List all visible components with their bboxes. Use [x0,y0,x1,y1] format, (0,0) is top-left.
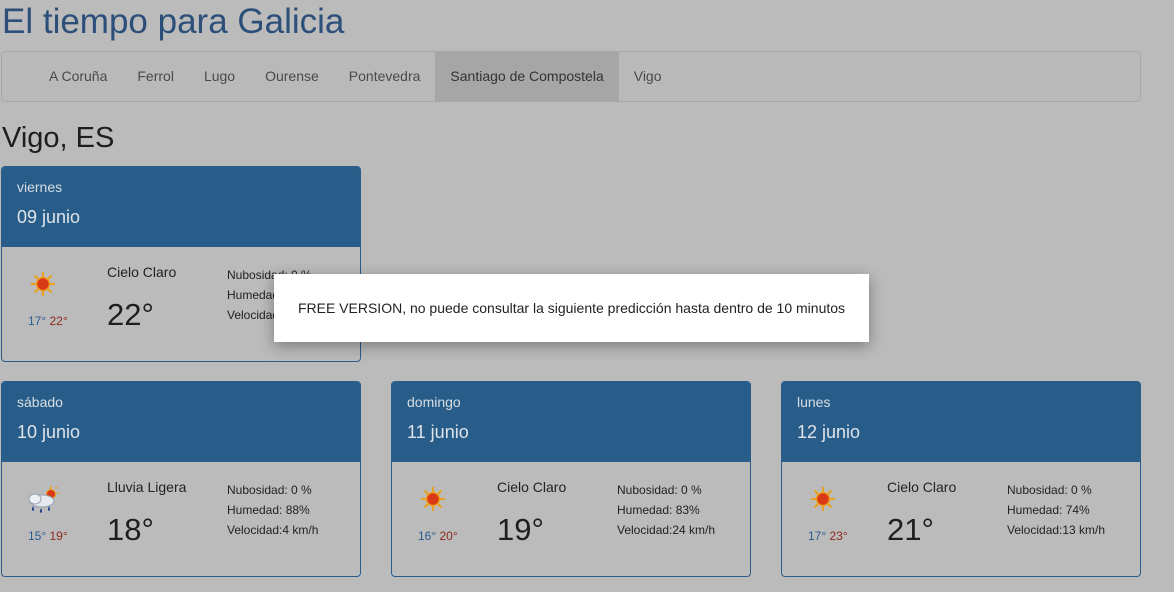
forecast-card-header: domingo 11 junio [392,382,750,462]
free-version-modal[interactable]: FREE VERSION, no puede consultar la sigu… [274,274,869,342]
velocidad-stat: Velocidad:24 km/h [617,523,716,537]
current-temp: 22° [107,297,154,332]
humedad-stat: Humedad: 88% [227,503,310,517]
weather-stats: Nubosidad: 0 % Humedad: 83% Velocidad:24… [617,480,715,540]
nubosidad-stat: Nubosidad: 0 % [227,483,312,497]
weekday-label: viernes [17,179,63,195]
forecast-card-body: 17° 23° Cielo Claro 21° Nubosidad: 0 % H… [782,462,1140,576]
nav-item-lugo[interactable]: Lugo [189,52,250,101]
weekday-label: lunes [797,394,831,410]
max-temp: 22° [49,314,68,328]
city-navbar: A Coruña Ferrol Lugo Ourense Pontevedra … [1,51,1141,102]
forecast-card: sábado 10 junio 15° 19° Lluvia Ligera 18… [1,381,361,577]
city-title: Vigo, ES [2,122,115,154]
min-max-temps: 17° 23° [808,529,848,543]
rain-icon [24,484,60,518]
min-max-temps: 17° 22° [28,314,68,328]
current-temp: 18° [107,512,154,547]
humedad-stat: Humedad: 83% [617,503,700,517]
forecast-card: lunes 12 junio 17° 23° Cielo Claro 21° N… [781,381,1141,577]
forecast-card-header: sábado 10 junio [2,382,360,462]
condition-label: Cielo Claro [107,264,177,280]
forecast-card-body: 15° 19° Lluvia Ligera 18° Nubosidad: 0 %… [2,462,360,576]
max-temp: 19° [49,529,68,543]
min-max-temps: 16° 20° [418,529,458,543]
condition-label: Cielo Claro [887,479,957,495]
weather-stats: Nubosidad: 0 % Humedad: 74% Velocidad:13… [1007,480,1105,540]
forecast-card-header: lunes 12 junio [782,382,1140,462]
sun-icon [418,484,448,514]
nav-item-pontevedra[interactable]: Pontevedra [334,52,436,101]
nav-item-vigo[interactable]: Vigo [619,52,677,101]
min-max-temps: 15° 19° [28,529,68,543]
nav-item-ferrol[interactable]: Ferrol [122,52,189,101]
condition-label: Cielo Claro [497,479,567,495]
velocidad-stat: Velocidad:13 km/h [1007,523,1106,537]
weekday-label: domingo [407,394,461,410]
min-temp: 17° [28,314,47,328]
nubosidad-stat: Nubosidad: 0 % [617,483,702,497]
min-temp: 17° [808,529,827,543]
velocidad-stat: Velocidad:4 km/h [227,523,319,537]
min-temp: 16° [418,529,437,543]
nubosidad-stat: Nubosidad: 0 % [1007,483,1092,497]
date-label: 12 junio [797,422,861,442]
humedad-stat: Humedad: 74% [1007,503,1090,517]
max-temp: 23° [829,529,848,543]
date-label: 09 junio [17,207,81,227]
forecast-card-header: viernes 09 junio [2,167,360,247]
page-title: El tiempo para Galicia [2,2,345,41]
sun-icon [28,269,58,299]
sun-icon [808,484,838,514]
nav-item-a-coruna[interactable]: A Coruña [34,52,122,101]
max-temp: 20° [439,529,458,543]
min-temp: 15° [28,529,47,543]
weekday-label: sábado [17,394,63,410]
condition-label: Lluvia Ligera [107,479,187,495]
weather-stats: Nubosidad: 0 % Humedad: 88% Velocidad:4 … [227,480,318,540]
forecast-card: domingo 11 junio 16° 20° Cielo Claro 19°… [391,381,751,577]
date-label: 11 junio [407,422,469,442]
nav-item-santiago[interactable]: Santiago de Compostela [435,52,619,101]
nav-item-ourense[interactable]: Ourense [250,52,334,101]
date-label: 10 junio [17,422,81,442]
modal-message: FREE VERSION, no puede consultar la sigu… [297,300,846,316]
current-temp: 19° [497,512,544,547]
forecast-card-body: 16° 20° Cielo Claro 19° Nubosidad: 0 % H… [392,462,750,576]
current-temp: 21° [887,512,934,547]
